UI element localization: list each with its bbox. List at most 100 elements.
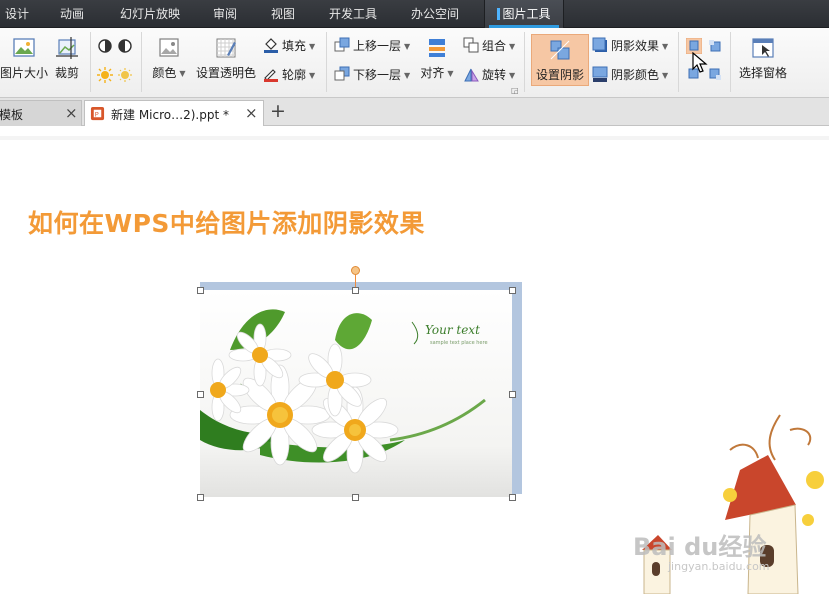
doc-tab-template[interactable]: 模板 × (0, 100, 82, 126)
fill-label: 填充 (282, 39, 307, 53)
document-tab-bar: 模板 × P 新建 Micro…2).ppt * × (0, 98, 829, 126)
shadow-nudge-right-icon[interactable] (707, 66, 723, 82)
resize-handle-top-left[interactable] (197, 287, 204, 294)
tab-review[interactable]: 审阅 (205, 0, 245, 28)
tab-view[interactable]: 视图 (263, 0, 303, 28)
shadow-effect-icon (592, 37, 607, 52)
group-icon (463, 37, 479, 53)
dialog-launcher-icon[interactable]: ◲ (511, 86, 519, 95)
menu-tab-bar: 设计 动画 幻灯片放映 审阅 视图 开发工具 办公空间 图片工具 (0, 0, 829, 28)
less-brightness-icon[interactable] (117, 67, 133, 83)
tab-slideshow[interactable]: 幻灯片放映 (110, 0, 190, 28)
color-icon (159, 38, 179, 57)
bring-forward-icon (334, 37, 350, 52)
rotate-button[interactable]: 旋转 ▼ (463, 66, 515, 83)
selection-pane-label: 选择窗格 (738, 66, 787, 80)
daisy-flowers-image: Your text sample text place here (200, 290, 512, 497)
outline-label: 轮廓 (282, 68, 307, 82)
slide-edge (0, 136, 829, 140)
chevron-down-icon: ▼ (662, 42, 669, 51)
more-contrast-icon[interactable] (97, 38, 113, 54)
ribbon-divider (730, 32, 731, 92)
ribbon-toolbar: 图片大小 裁剪 颜色 ▼ 设置透明色 填充 ▼ 轮廓 ▼ 上移一层 ▼ 下移一层… (0, 28, 829, 98)
resize-handle-right[interactable] (509, 391, 516, 398)
watermark-url: jingyan.baidu.com (668, 560, 770, 573)
rotation-handle[interactable] (351, 266, 360, 275)
ribbon-divider (90, 32, 91, 92)
chevron-down-icon: ▼ (509, 42, 516, 51)
picture-size-label: 图片大小 (0, 66, 49, 80)
chevron-down-icon: ▼ (309, 42, 316, 51)
transparent-color-icon (216, 38, 236, 58)
send-backward-button[interactable]: 下移一层 ▼ (334, 66, 410, 83)
crop-button[interactable]: 裁剪 (52, 36, 82, 81)
shadow-effect-label: 阴影效果 (611, 39, 660, 53)
image-caption-small: sample text place here (430, 340, 488, 346)
picture-size-icon (13, 38, 35, 57)
outline-pen-icon (264, 69, 278, 82)
rotate-label: 旋转 (482, 68, 507, 82)
daisy-picture[interactable]: Your text sample text place here (200, 290, 512, 497)
tab-picture-tools[interactable]: 图片工具 (484, 0, 564, 28)
doc-tab-presentation[interactable]: P 新建 Micro…2).ppt * × (84, 100, 264, 126)
less-contrast-icon[interactable] (117, 38, 133, 54)
color-button[interactable]: 颜色 ▼ (148, 36, 190, 81)
ppt-file-icon: P (90, 106, 105, 121)
mouse-pointer-icon (692, 52, 708, 73)
ribbon-divider (678, 32, 679, 92)
chevron-down-icon: ▼ (404, 71, 411, 80)
align-button[interactable]: 对齐 ▼ (420, 36, 454, 81)
chevron-down-icon: ▼ (509, 71, 516, 80)
tab-developer-tools[interactable]: 开发工具 (320, 0, 386, 28)
ribbon-divider (524, 32, 525, 92)
baidu-jingyan-watermark: Bai du经验 (633, 533, 767, 561)
slide-title[interactable]: 如何在WPS中给图片添加阴影效果 (28, 204, 425, 240)
paint-bucket-icon (264, 38, 278, 53)
tab-office-space[interactable]: 办公空间 (402, 0, 468, 28)
add-tab-icon[interactable]: + (270, 100, 286, 122)
selection-pane-button[interactable]: 选择窗格 (737, 36, 789, 81)
chevron-down-icon: ▼ (662, 71, 669, 80)
outline-button[interactable]: 轮廓 ▼ (263, 66, 315, 83)
picture-size-button[interactable]: 图片大小 (0, 36, 48, 81)
shadow-effect-button[interactable]: 阴影效果 ▼ (592, 37, 668, 54)
resize-handle-top-right[interactable] (509, 287, 516, 294)
more-brightness-icon[interactable] (97, 67, 113, 83)
set-shadow-icon (550, 40, 570, 60)
shadow-nudge-down-icon[interactable] (707, 38, 723, 54)
shadow-color-button[interactable]: 阴影颜色 ▼ (592, 66, 668, 83)
resize-handle-top[interactable] (352, 287, 359, 294)
group-button[interactable]: 组合 ▼ (463, 37, 515, 54)
chevron-down-icon: ▼ (179, 69, 186, 78)
color-label: 颜色 (152, 66, 177, 80)
tab-design[interactable]: 设计 (0, 0, 34, 28)
ribbon-divider (326, 32, 327, 92)
crop-icon (56, 37, 78, 59)
send-backward-icon (334, 66, 350, 81)
crop-label: 裁剪 (54, 66, 79, 80)
wps-presentation-window: 设计 动画 幻灯片放映 审阅 视图 开发工具 办公空间 图片工具 图片大小 裁剪… (0, 0, 829, 594)
chevron-down-icon: ▼ (447, 69, 454, 78)
chevron-down-icon: ▼ (309, 71, 316, 80)
set-transparent-color-button[interactable]: 设置透明色 (195, 36, 257, 81)
rotate-icon (464, 68, 479, 82)
image-caption-script: Your text (425, 323, 480, 337)
resize-handle-left[interactable] (197, 391, 204, 398)
bring-forward-button[interactable]: 上移一层 ▼ (334, 37, 410, 54)
doc-tab-template-label: 模板 (0, 108, 24, 122)
set-shadow-label: 设置阴影 (535, 68, 584, 82)
resize-handle-bottom-right[interactable] (509, 494, 516, 501)
close-icon[interactable]: × (65, 104, 78, 122)
tab-animation[interactable]: 动画 (52, 0, 92, 28)
set-transparent-color-label: 设置透明色 (195, 66, 256, 80)
fill-button[interactable]: 填充 ▼ (263, 37, 315, 54)
resize-handle-bottom-left[interactable] (197, 494, 204, 501)
shadow-color-icon (592, 66, 608, 82)
resize-handle-bottom[interactable] (352, 494, 359, 501)
set-shadow-button[interactable]: 设置阴影 (531, 34, 589, 86)
chevron-down-icon: ▼ (404, 42, 411, 51)
group-label: 组合 (482, 39, 507, 53)
close-icon[interactable]: × (245, 104, 258, 122)
send-backward-label: 下移一层 (353, 68, 402, 82)
doc-tab-presentation-label: 新建 Micro…2).ppt * (111, 108, 229, 122)
